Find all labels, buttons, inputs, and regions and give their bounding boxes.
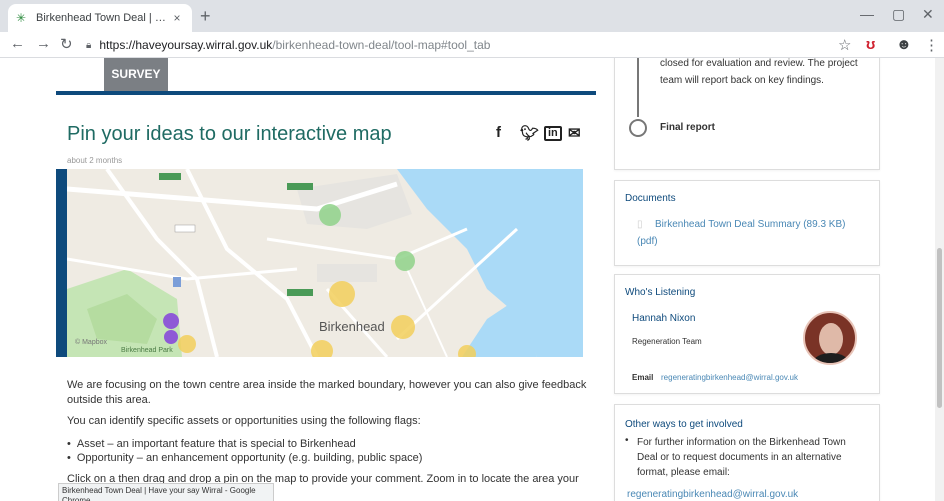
file-icon: ▯ bbox=[637, 219, 643, 230]
tool-tabs: MAP SURVEY bbox=[56, 58, 596, 357]
documents-card: Documents ▯ Birkenhead Town Deal Summary… bbox=[614, 180, 880, 266]
account-icon[interactable]: ☻ bbox=[896, 36, 912, 53]
forward-arrow-icon[interactable]: → bbox=[36, 35, 51, 52]
email-label: Email bbox=[632, 373, 654, 382]
list-item: Opportunity – an enhancement opportunity… bbox=[67, 451, 423, 465]
browser-toolbar: ← → ↻ 🔒︎ https://haveyoursay.wirral.gov.… bbox=[0, 32, 944, 58]
extension-icon[interactable]: ʊ bbox=[866, 36, 875, 53]
whos-listening-heading: Who's Listening bbox=[625, 287, 696, 298]
lifecycle-card: closed for evaluation and review. The pr… bbox=[614, 58, 880, 170]
linkedin-icon[interactable]: in bbox=[544, 126, 562, 141]
menu-icon[interactable]: ⋮ bbox=[924, 36, 939, 54]
other-ways-email-link[interactable]: regeneratingbirkenhead@wirral.gov.uk bbox=[627, 489, 798, 500]
whos-listening-card: Who's Listening Hannah Nixon Regeneratio… bbox=[614, 274, 880, 394]
contact-email-link[interactable]: regeneratingbirkenhead@wirral.gov.uk bbox=[661, 373, 798, 382]
contact-role: Regeneration Team bbox=[632, 337, 702, 346]
browser-tab[interactable]: ✳ Birkenhead Town Deal | Have your say W… bbox=[8, 4, 192, 32]
tab-title: Birkenhead Town Deal | Have your say Wir… bbox=[36, 12, 170, 24]
back-arrow-icon[interactable]: ← bbox=[10, 35, 25, 52]
documents-heading: Documents bbox=[625, 193, 676, 204]
url-domain: https://haveyoursay.wirral.gov.uk bbox=[99, 38, 273, 52]
window-tooltip: Birkenhead Town Deal | Have your say Wir… bbox=[58, 483, 274, 501]
list-item: Asset – an important feature that is spe… bbox=[67, 437, 422, 451]
address-bar[interactable]: 🔒︎ https://haveyoursay.wirral.gov.uk /bi… bbox=[86, 35, 826, 55]
lifecycle-text: closed for evaluation and review. The pr… bbox=[660, 58, 858, 86]
flags-list: Asset – an important feature that is spe… bbox=[67, 437, 423, 465]
other-ways-card: Other ways to get involved • For further… bbox=[614, 404, 880, 501]
url-path: /birkenhead-town-deal/tool-map#tool_tab bbox=[272, 38, 491, 52]
site-favicon-icon: ✳ bbox=[16, 11, 27, 25]
flags-intro: You can identify specific assets or oppo… bbox=[67, 415, 421, 427]
avatar bbox=[803, 311, 857, 365]
reload-icon[interactable]: ↻ bbox=[60, 35, 73, 53]
stage-circle-icon bbox=[629, 119, 647, 137]
new-tab-button[interactable]: + bbox=[200, 6, 211, 27]
minimize-button[interactable]: — bbox=[860, 6, 874, 22]
other-ways-heading: Other ways to get involved bbox=[625, 419, 743, 430]
page-content: MAP SURVEY Pin your ideas to our interac… bbox=[0, 58, 944, 501]
twitter-icon[interactable]: 🐦︎ bbox=[520, 124, 539, 142]
time-ago: about 2 months bbox=[67, 156, 123, 165]
contact-name: Hannah Nixon bbox=[632, 313, 696, 324]
intro-text: We are focusing on the town centre area … bbox=[67, 379, 587, 406]
tool-title: Pin your ideas to our interactive map bbox=[67, 123, 392, 145]
map-copyright: © Mapbox bbox=[75, 339, 108, 346]
tab-survey[interactable]: SURVEY bbox=[104, 58, 168, 91]
scrollbar-thumb[interactable] bbox=[937, 248, 942, 408]
star-icon[interactable]: ☆ bbox=[838, 36, 851, 54]
interactive-map[interactable]: Birkenhead © Mapbox Birkenhead Park bbox=[67, 169, 583, 357]
document-type[interactable]: (pdf) bbox=[637, 236, 658, 247]
final-report-label: Final report bbox=[660, 122, 716, 133]
other-ways-text: For further information on the Birkenhea… bbox=[637, 437, 846, 478]
bullet-icon: • bbox=[625, 435, 629, 446]
document-link[interactable]: Birkenhead Town Deal Summary (89.3 KB) bbox=[655, 219, 845, 230]
email-icon[interactable]: ✉ bbox=[568, 124, 581, 142]
browser-tab-bar: ✳ Birkenhead Town Deal | Have your say W… bbox=[0, 0, 944, 32]
lock-icon: 🔒︎ bbox=[86, 39, 92, 51]
tab-close-icon[interactable]: × bbox=[170, 11, 184, 25]
map-park-label: Birkenhead Park bbox=[121, 347, 173, 354]
map-place-label: Birkenhead bbox=[319, 319, 385, 334]
window-close-button[interactable]: ✕ bbox=[922, 6, 934, 23]
maximize-button[interactable]: ▢ bbox=[892, 6, 905, 23]
facebook-icon[interactable]: f bbox=[496, 124, 501, 141]
